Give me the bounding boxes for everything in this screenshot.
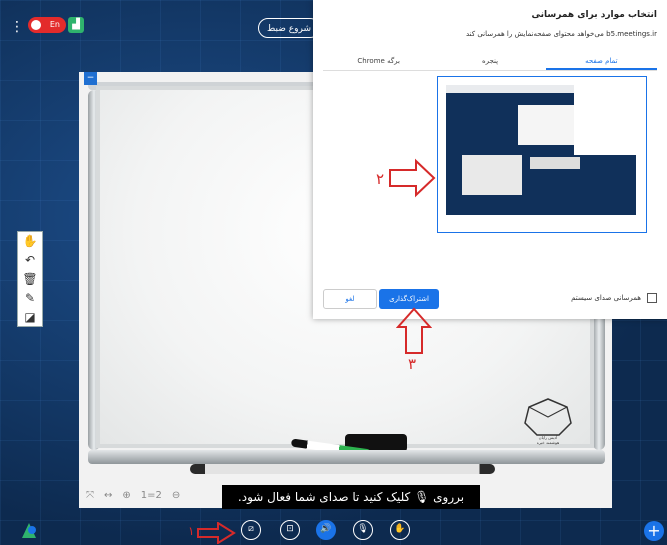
zoom-out-icon[interactable]: ⊖ <box>172 490 180 501</box>
cancel-button[interactable]: لغو <box>323 289 377 309</box>
dialog-subtitle: b5.meetings.ir می‌خواهد محتوای صفحه‌نمای… <box>465 30 657 38</box>
pen-tool-icon[interactable]: ✎ <box>25 291 35 305</box>
collapse-button[interactable]: − <box>84 72 97 85</box>
speaker-button[interactable]: 🔊 <box>316 520 336 540</box>
tab-entire-screen[interactable]: تمام صفحه <box>545 54 657 70</box>
share-tabs: تمام صفحه پنجره برگه Chrome <box>323 54 657 71</box>
microphone-button[interactable]: 🎙 <box>353 520 373 540</box>
zoom-in-icon[interactable]: ⊕ <box>122 490 130 501</box>
screen-thumbnail[interactable] <box>437 76 647 233</box>
app-logo <box>22 523 36 538</box>
system-audio-checkbox[interactable] <box>647 293 657 303</box>
mic-tooltip: برروی 🎙 کلیک کنید تا صدای شما فعال شود. <box>222 485 480 509</box>
start-recording-button[interactable]: شروع ضبط <box>258 18 320 38</box>
whiteboard-tray <box>88 450 605 464</box>
annotation-number-2: ۲ <box>376 170 385 188</box>
company-logo: آدیس رایان هوشمند خبره <box>524 398 572 445</box>
system-audio-row[interactable]: همرسانی صدای سیستم <box>571 293 657 303</box>
tab-chrome[interactable]: برگه Chrome <box>323 54 434 70</box>
annotation-arrow-3 <box>396 307 432 354</box>
screen-thumbnail-image <box>446 85 636 215</box>
fit-screen-icon[interactable]: ⤧ <box>86 490 94 501</box>
shape-tool-icon[interactable]: ◪ <box>24 310 35 324</box>
share-screen-dialog: انتخاب موارد برای همرسانی b5.meetings.ir… <box>313 0 667 319</box>
hand-tool-icon[interactable]: ✋ <box>23 234 38 248</box>
logo-line-2: هوشمند خبره <box>537 440 559 445</box>
whiteboard-toolbar: ✋ ↶ 🗑 ✎ ◪ <box>17 231 43 327</box>
annotation-number-3: ۳ <box>408 355 417 373</box>
stats-icon[interactable]: ▟ <box>68 17 84 33</box>
zoom-controls: ⤧ ↔ ⊕ 1=2 ⊖ <box>86 488 196 502</box>
delete-icon[interactable]: 🗑 <box>22 272 37 286</box>
fit-width-icon[interactable]: ↔ <box>104 490 112 501</box>
more-options-icon[interactable]: ⋮ <box>10 20 24 34</box>
raise-hand-button[interactable]: ✋ <box>390 520 410 540</box>
tab-window[interactable]: پنجره <box>434 54 545 70</box>
camera-button[interactable]: ⊡ <box>280 520 300 540</box>
preview-area <box>323 72 657 272</box>
undo-icon[interactable]: ↶ <box>25 253 35 267</box>
marker-on-tray-image <box>190 464 495 474</box>
share-button[interactable]: اشتراک‌گذاری <box>379 289 439 309</box>
add-button[interactable]: + <box>644 521 664 541</box>
dialog-title: انتخاب موارد برای همرسانی <box>531 10 657 20</box>
share-screen-button[interactable]: ⧄ <box>241 520 261 540</box>
zoom-ratio-label[interactable]: 1=2 <box>141 490 162 501</box>
language-toggle[interactable]: En <box>28 17 66 33</box>
annotation-arrow-2 <box>389 158 436 198</box>
system-audio-label: همرسانی صدای سیستم <box>571 294 641 302</box>
